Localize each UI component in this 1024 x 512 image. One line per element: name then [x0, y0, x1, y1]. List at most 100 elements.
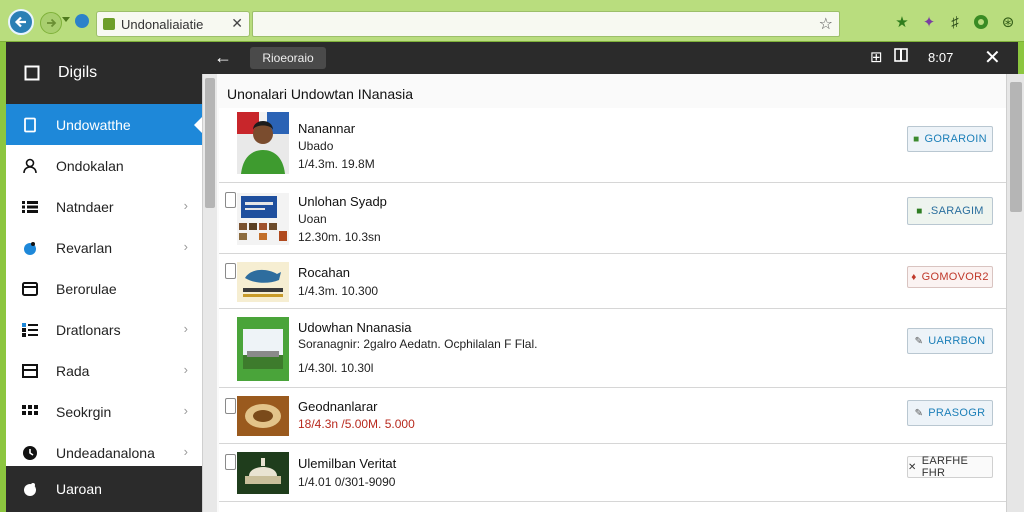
list-title: Unonalari Undowtan INanasia	[227, 86, 413, 102]
header-time: 8:07	[928, 50, 954, 65]
address-bar[interactable]: ☆	[252, 11, 840, 37]
menu-icon[interactable]: ⊛	[999, 13, 1017, 31]
tools-icon[interactable]: ♯	[946, 13, 964, 31]
browser-toolbar: Undonaliaiatie ✕ ☆ ★ ✦ ♯ ⊛	[0, 0, 1024, 42]
tab-close-icon[interactable]: ✕	[231, 15, 243, 32]
list-icon	[20, 197, 40, 217]
list-item[interactable]: Nanannar Ubado 1/4.3m. 19.8M ■ GORAROIN	[219, 108, 1007, 183]
sidebar-item-label: Dratlonars	[56, 321, 121, 338]
row-thumbnail	[237, 262, 289, 302]
tab-title: Undonaliaiatie	[121, 16, 204, 32]
browser-back-button[interactable]	[8, 9, 34, 35]
drop-icon	[20, 238, 40, 258]
list-scrollbar-thumb[interactable]	[205, 78, 215, 208]
row-meta: 18/4.3n /5.00M. 5.000	[298, 417, 415, 431]
row-subtitle: Ubado	[298, 139, 334, 153]
row-checkbox[interactable]	[225, 454, 236, 470]
page-scrollbar[interactable]	[1006, 74, 1024, 512]
sidebar-header[interactable]: Digils	[6, 42, 202, 104]
list-item[interactable]: Ulemilban Veritat 1/4.01 0/301-9090 ✕ EA…	[219, 444, 1007, 502]
sidebar-item-label: Revarlan	[56, 239, 113, 256]
sidebar: Digils Undowatthe Ondokalan Natndaer › R…	[6, 42, 203, 512]
tablet-icon	[22, 63, 42, 83]
close-icon[interactable]: ✕	[984, 45, 1001, 70]
close-icon: ✕	[908, 461, 917, 473]
sidebar-item-label: Seokrgin	[56, 403, 112, 420]
sidebar-item-label: Undowatthe	[56, 116, 131, 133]
sidebar-item-label: Natndaer	[56, 198, 114, 215]
puzzle-icon[interactable]: ✦	[920, 13, 938, 31]
sidebar-item-label: Undeadanalona	[56, 444, 155, 461]
sidebar-item-label: Ondokalan	[56, 157, 124, 174]
browser-forward-button[interactable]	[40, 12, 62, 34]
history-dropdown-icon[interactable]	[62, 17, 70, 23]
sidebar-item-rada[interactable]: Rada ›	[6, 350, 202, 391]
browser-logo-icon	[75, 14, 89, 28]
page-scrollbar-thumb[interactable]	[1010, 82, 1022, 212]
square-icon: ■	[916, 205, 923, 217]
row-meta: 1/4.3m. 19.8M	[298, 157, 375, 171]
list-item[interactable]: Udowhan Nnanasia Soranagnir: 2galro Aeda…	[219, 309, 1007, 388]
chevron-right-icon: ›	[183, 362, 188, 377]
chevron-right-icon: ›	[183, 444, 188, 459]
apps-icon	[20, 402, 40, 422]
chevron-right-icon: ›	[183, 239, 188, 254]
row-meta: 1/4.01 0/301-9090	[298, 475, 396, 489]
tablet-icon	[20, 115, 40, 135]
row-action-button[interactable]: ■ .SARAGIM	[907, 197, 993, 225]
drop-icon	[20, 479, 40, 499]
chevron-right-icon: ›	[183, 403, 188, 418]
sidebar-item-undowatthe[interactable]: Undowatthe	[6, 104, 203, 145]
sidebar-item-berorulae[interactable]: Berorulae	[6, 268, 202, 309]
row-checkbox[interactable]	[225, 192, 236, 208]
list-item[interactable]: Geodnanlarar 18/4.3n /5.00M. 5.000 ✎ PRA…	[219, 388, 1007, 444]
app-header: ← Rioeoraio ⊞ 8:07 ✕	[202, 42, 1018, 74]
sidebar-footer[interactable]: Uaroan	[6, 466, 202, 512]
row-thumbnail	[237, 112, 289, 174]
sidebar-header-label: Digils	[58, 64, 98, 81]
row-title: Rocahan	[298, 265, 351, 280]
grid-icon[interactable]: ⊞	[870, 48, 883, 66]
columns-icon[interactable]	[894, 48, 908, 66]
window-edge	[1018, 42, 1024, 74]
tab-favicon-icon	[103, 18, 115, 30]
sidebar-item-label: Rada	[56, 362, 90, 379]
list-item[interactable]: Rocahan 1/4.3m. 10.300 ♦ GOMOVOR2	[219, 254, 1007, 309]
window-icon	[20, 361, 40, 381]
row-action-button[interactable]: ✎ UARRBON	[907, 328, 993, 354]
row-title: Nanannar	[298, 121, 356, 136]
person-icon	[20, 156, 40, 176]
sidebar-item-seokrgin[interactable]: Seokrgin ›	[6, 391, 202, 432]
back-arrow-icon	[14, 16, 26, 28]
row-checkbox[interactable]	[225, 398, 236, 414]
sidebar-item-ondokalan[interactable]: Ondokalan	[6, 145, 202, 186]
sidebar-item-dratlonars[interactable]: Dratlonars ›	[6, 309, 202, 350]
sidebar-item-natndaer[interactable]: Natndaer ›	[6, 186, 202, 227]
browser-tab[interactable]: Undonaliaiatie ✕	[96, 11, 250, 37]
row-checkbox[interactable]	[225, 263, 236, 279]
header-chip[interactable]: Rioeoraio	[250, 47, 326, 69]
list-item[interactable]: Unlohan Syadp Uoan 12.30m. 10.3sn ■ .SAR…	[219, 183, 1007, 254]
sidebar-item-revarlan[interactable]: Revarlan ›	[6, 227, 202, 268]
back-arrow-icon[interactable]: ←	[214, 47, 232, 68]
row-action-button[interactable]: ✎ PRASOGR	[907, 400, 993, 426]
list-item[interactable]	[219, 502, 1007, 512]
row-action-label: UARRBON	[928, 335, 986, 347]
row-thumbnail	[237, 396, 289, 436]
list-scrollbar[interactable]	[203, 74, 217, 512]
row-title: Geodnanlarar	[298, 399, 378, 414]
chevron-right-icon: ›	[183, 321, 188, 336]
row-action-button[interactable]: ■ GORAROIN	[907, 126, 993, 152]
favorite-star-icon[interactable]: ☆	[819, 14, 833, 34]
row-action-label: GORAROIN	[924, 133, 987, 145]
row-action-label: PRASOGR	[928, 407, 986, 419]
row-meta: 1/4.30l. 10.30l	[298, 361, 374, 375]
row-action-button[interactable]: ♦ GOMOVOR2	[907, 266, 993, 288]
row-title: Ulemilban Veritat	[298, 456, 397, 471]
row-action-label: GOMOVOR2	[921, 271, 989, 283]
row-action-button[interactable]: ✕ EARFHE FHR	[907, 455, 993, 479]
forward-arrow-icon	[47, 18, 57, 28]
home-star-icon[interactable]: ★	[893, 13, 911, 31]
settings-icon[interactable]	[972, 13, 990, 31]
row-meta: 1/4.3m. 10.300	[298, 284, 379, 298]
